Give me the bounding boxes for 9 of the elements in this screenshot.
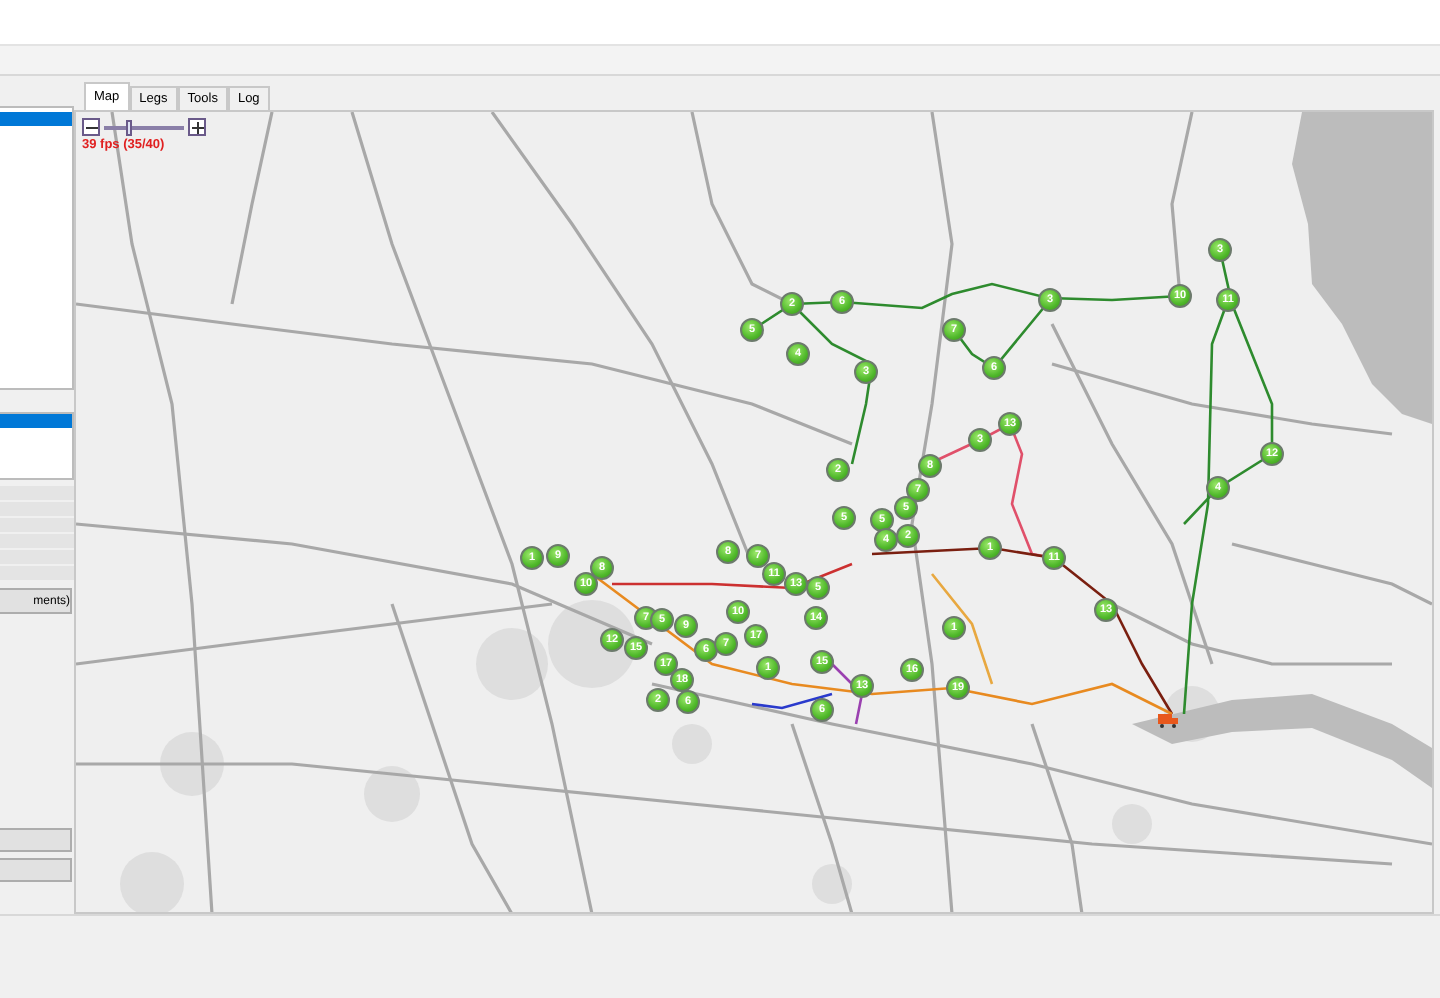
property-grid xyxy=(0,486,74,582)
van-icon[interactable] xyxy=(1158,710,1178,728)
minus-icon xyxy=(85,121,97,133)
zoom-in-button[interactable] xyxy=(188,118,206,136)
plus-icon xyxy=(191,121,203,133)
zoom-out-button[interactable] xyxy=(82,118,100,136)
slider-thumb[interactable] xyxy=(126,119,133,135)
list-box[interactable] xyxy=(0,106,74,390)
list-box[interactable] xyxy=(0,412,74,480)
